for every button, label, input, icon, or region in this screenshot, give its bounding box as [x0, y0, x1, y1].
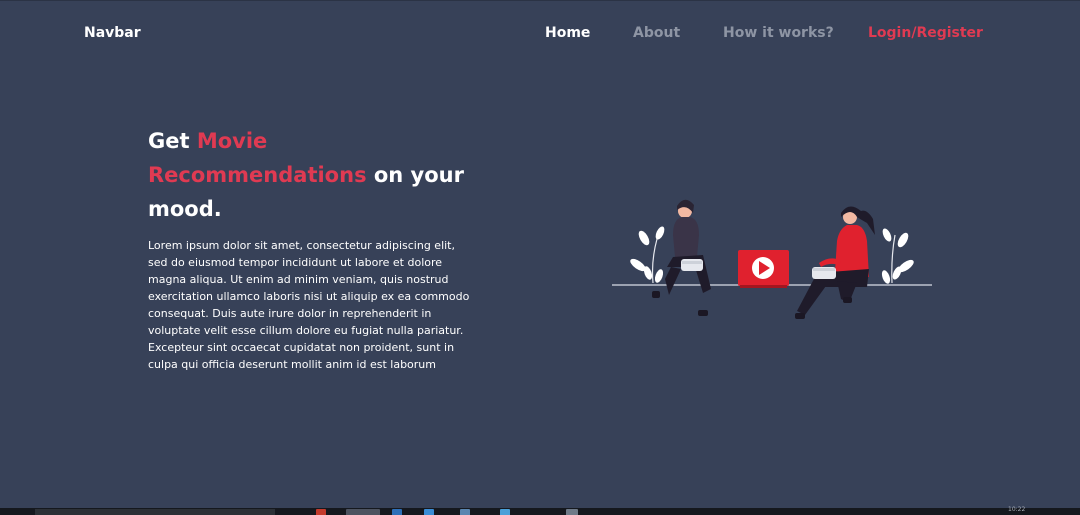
left-person-icon [652, 199, 711, 316]
taskbar-app-icon[interactable] [316, 509, 326, 515]
taskbar-app-icon[interactable] [566, 509, 578, 515]
video-screen-icon [738, 250, 789, 288]
taskbar: 10:22 [0, 506, 1080, 515]
hero-illustration [612, 199, 932, 319]
nav-link-how-it-works[interactable]: How it works? [723, 25, 834, 41]
left-plant-icon [630, 226, 665, 284]
nav-link-about[interactable]: About [633, 25, 680, 41]
taskbar-clock[interactable]: 10:22 [1008, 506, 1025, 513]
nav-link-home[interactable]: Home [545, 25, 590, 41]
taskbar-search[interactable] [35, 509, 275, 515]
right-plant-icon [881, 228, 914, 284]
navbar: Navbar Home About How it works? Login/Re… [0, 1, 1080, 67]
hero-title-part1: Get [148, 129, 197, 153]
navbar-brand[interactable]: Navbar [84, 25, 141, 41]
right-person-icon [795, 206, 875, 319]
hero-title: Get Movie Recommendations on your mood. [148, 124, 488, 226]
nav-link-login-register[interactable]: Login/Register [868, 25, 983, 41]
taskbar-app-icon[interactable] [346, 509, 380, 515]
taskbar-app-icon[interactable] [392, 509, 402, 515]
taskbar-app-icon[interactable] [500, 509, 510, 515]
taskbar-app-icon[interactable] [460, 509, 470, 515]
hero-description: Lorem ipsum dolor sit amet, consectetur … [148, 239, 470, 371]
taskbar-app-icon[interactable] [424, 509, 434, 515]
page: Navbar Home About How it works? Login/Re… [0, 0, 1080, 515]
